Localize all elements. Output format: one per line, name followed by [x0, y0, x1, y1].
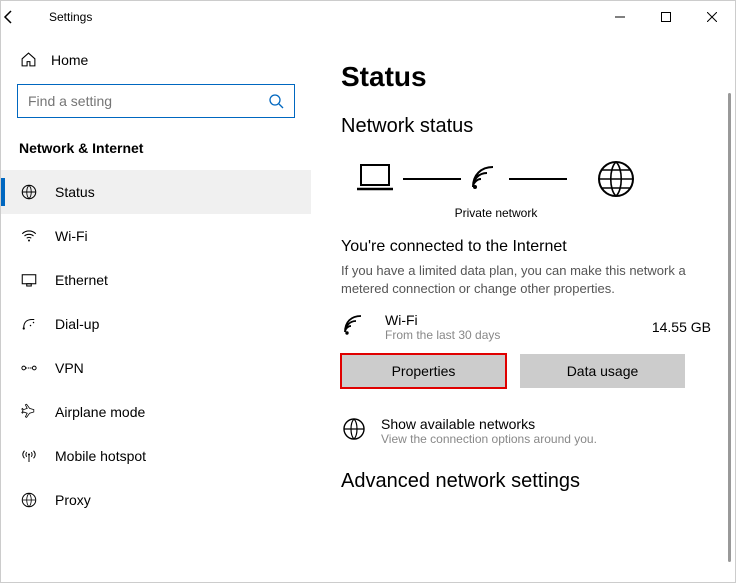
titlebar: Settings: [1, 1, 735, 33]
home-icon: [19, 51, 37, 68]
sidebar-item-label: Dial-up: [55, 316, 99, 332]
sidebar-item-label: VPN: [55, 360, 84, 376]
page-title: Status: [341, 61, 735, 93]
connection-size: 14.55 GB: [652, 319, 711, 335]
back-button[interactable]: [1, 9, 49, 25]
network-diagram: [341, 158, 735, 200]
connection-block: Wi-Fi From the last 30 days 14.55 GB: [341, 312, 711, 342]
sidebar: Home Network & Internet Status Wi-Fi: [1, 33, 311, 582]
vpn-icon: [19, 359, 39, 377]
close-button[interactable]: [689, 1, 735, 33]
sidebar-item-label: Ethernet: [55, 272, 108, 288]
search-input[interactable]: [17, 84, 295, 118]
connected-heading: You're connected to the Internet: [341, 238, 735, 256]
connection-sub: From the last 30 days: [385, 328, 638, 342]
sidebar-group: Network & Internet: [1, 132, 311, 170]
sidebar-item-label: Airplane mode: [55, 404, 145, 420]
network-status-heading: Network status: [341, 115, 735, 138]
show-available-networks[interactable]: Show available networks View the connect…: [341, 416, 735, 446]
laptop-icon: [351, 159, 399, 199]
sidebar-item-status[interactable]: Status: [1, 170, 311, 214]
airplane-icon: [19, 403, 39, 421]
sidebar-item-airplane[interactable]: Airplane mode: [1, 390, 311, 434]
minimize-button[interactable]: [597, 1, 643, 33]
properties-button[interactable]: Properties: [341, 354, 506, 388]
advanced-heading: Advanced network settings: [341, 470, 735, 493]
sidebar-item-label: Mobile hotspot: [55, 448, 146, 464]
proxy-icon: [19, 491, 39, 509]
sidebar-item-dialup[interactable]: Dial-up: [1, 302, 311, 346]
globe-small-icon: [341, 416, 367, 442]
connected-description: If you have a limited data plan, you can…: [341, 262, 721, 298]
main-content: Status Network status Private network Yo…: [311, 33, 735, 582]
home-link[interactable]: Home: [1, 45, 311, 78]
sidebar-item-vpn[interactable]: VPN: [1, 346, 311, 390]
window-title: Settings: [49, 10, 92, 24]
settings-window: Settings Home Network: [0, 0, 736, 583]
sidebar-item-hotspot[interactable]: Mobile hotspot: [1, 434, 311, 478]
data-usage-button[interactable]: Data usage: [520, 354, 685, 388]
status-icon: [19, 183, 39, 201]
available-title: Show available networks: [381, 416, 597, 432]
sidebar-item-ethernet[interactable]: Ethernet: [1, 258, 311, 302]
sidebar-item-proxy[interactable]: Proxy: [1, 478, 311, 522]
home-label: Home: [51, 52, 88, 68]
sidebar-item-label: Wi-Fi: [55, 228, 88, 244]
ethernet-icon: [19, 271, 39, 289]
connection-name: Wi-Fi: [385, 312, 638, 328]
maximize-button[interactable]: [643, 1, 689, 33]
hotspot-icon: [19, 447, 39, 465]
globe-icon: [595, 158, 637, 200]
diagram-caption: Private network: [341, 206, 641, 220]
dialup-icon: [19, 315, 39, 333]
sidebar-item-wifi[interactable]: Wi-Fi: [1, 214, 311, 258]
available-sub: View the connection options around you.: [381, 432, 597, 446]
sidebar-item-label: Proxy: [55, 492, 91, 508]
wifi-signal-icon: [465, 159, 505, 199]
connection-wifi-icon: [341, 312, 371, 342]
search-field[interactable]: [28, 93, 268, 109]
sidebar-item-label: Status: [55, 184, 95, 200]
wifi-icon: [19, 227, 39, 245]
scrollbar[interactable]: [728, 93, 731, 562]
search-icon: [268, 93, 284, 109]
